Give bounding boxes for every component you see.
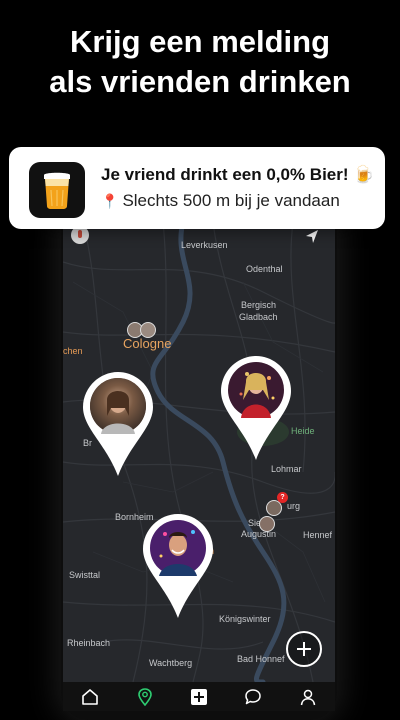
notification-title: Je vriend drinkt een 0,0% Bier! 🍺 (101, 165, 375, 184)
bottom-navigation (63, 682, 335, 711)
nav-map[interactable] (131, 686, 159, 708)
map-label-swisttal: Swisttal (69, 570, 101, 580)
map-label-wachtberg: Wachtberg (149, 658, 193, 668)
friend-pin-2[interactable] (219, 354, 293, 462)
notification-body-row: 📍 Slechts 500 m bij je vandaan (101, 191, 340, 211)
friend-avatar-small[interactable] (140, 322, 156, 338)
home-icon (82, 688, 98, 705)
headline-line-2: als vrienden drinken (49, 64, 351, 99)
map-label-urg: urg (287, 501, 301, 511)
friend-pin-1[interactable] (81, 370, 155, 478)
pin-icon (78, 230, 82, 238)
map-label-rheinbach: Rheinbach (67, 638, 111, 648)
nav-profile[interactable] (294, 686, 322, 708)
map-label-chen: chen (63, 346, 83, 356)
profile-icon (300, 689, 315, 705)
map-label-hennef: Hennef (303, 530, 333, 540)
headline: Krijg een melding als vrienden drinken (0, 22, 400, 102)
friend-pin-3[interactable] (141, 512, 215, 620)
beer-glass-icon (44, 172, 70, 209)
map-label-cologne: Cologne (123, 336, 172, 351)
map-label-bergisch: Bergisch (241, 300, 277, 310)
add-button[interactable] (286, 631, 322, 667)
map-label-lohmar: Lohmar (271, 464, 302, 474)
map-label-koenigswinter: Königswinter (219, 614, 271, 624)
nav-add[interactable] (185, 686, 213, 708)
map-label-heide: Heide (291, 426, 315, 436)
map-label-gladbach: Gladbach (239, 312, 278, 322)
map-label-leverkusen: Leverkusen (181, 240, 228, 250)
chat-icon (245, 688, 262, 704)
map-view[interactable]: Leverkusen Odenthal Bergisch Gladbach Co… (63, 222, 335, 682)
friend-avatar-small[interactable] (259, 516, 275, 532)
map-pin-icon (137, 687, 152, 706)
navigation-arrow-icon[interactable] (303, 228, 321, 246)
nav-home[interactable] (76, 686, 104, 708)
push-notification[interactable]: Je vriend drinkt een 0,0% Bier! 🍺 📍 Slech… (9, 147, 385, 229)
add-square-icon (190, 688, 207, 705)
location-pin-icon: 📍 (101, 193, 119, 209)
headline-line-1: Krijg een melding (69, 24, 331, 59)
app-icon (29, 162, 85, 218)
map-label-odenthal: Odenthal (246, 264, 283, 274)
nav-chat[interactable] (239, 686, 267, 708)
notification-badge: ? (277, 492, 288, 503)
notification-body: Slechts 500 m bij je vandaan (122, 191, 340, 210)
map-label-bad-honnef: Bad Honnef (237, 654, 285, 664)
